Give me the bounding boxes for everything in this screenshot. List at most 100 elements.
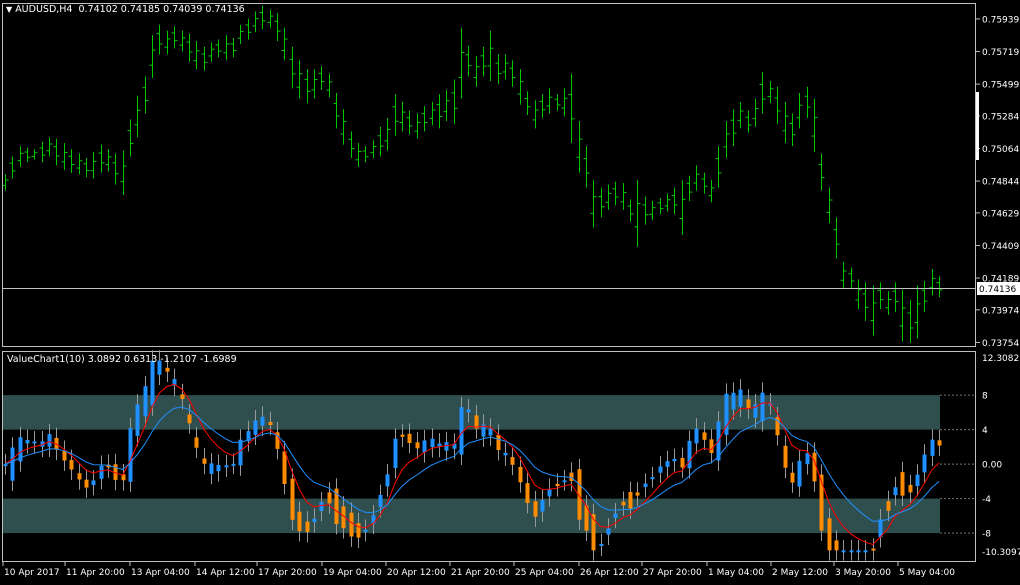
indicator-axis-label: 4	[982, 426, 988, 436]
price-axis: 0.75939 0.75719 0.75499 0.75284 0.75064 0.748…	[976, 15, 1019, 349]
value-candle-body	[128, 428, 133, 482]
value-candle-body	[805, 453, 810, 465]
value-candle-body	[165, 367, 170, 372]
value-candle-body	[533, 501, 538, 517]
value-candle-body	[319, 502, 324, 511]
value-candle-body	[224, 465, 229, 468]
value-candle-body	[356, 523, 361, 538]
value-candle-body	[378, 494, 383, 508]
time-axis-label: 13 Apr 04:00	[131, 568, 190, 578]
indicator-header: ValueChart1(10) 3.0892 0.6313 -1.2107 -1…	[7, 354, 237, 365]
value-candle-body	[32, 441, 37, 444]
value-candle-body	[738, 389, 743, 407]
value-candle-body	[202, 458, 207, 464]
value-candle-body	[555, 483, 560, 487]
value-candle-body	[665, 461, 670, 467]
time-axis-label: 3 May 20:00	[835, 568, 891, 578]
time-axis-label: 2 May 12:00	[772, 568, 828, 578]
price-axis-label: 0.75939	[982, 15, 1019, 25]
trading-terminal-chart-window: 0.75939 0.75719 0.75499 0.75284 0.75064 0.748…	[0, 0, 1020, 581]
indicator-axis-label: -4	[982, 495, 991, 505]
value-candle-body	[327, 492, 332, 504]
symbol-menu-triangle-icon[interactable]: ▼	[6, 5, 12, 14]
value-candle-body	[731, 392, 736, 410]
main-chart-header: ▼ AUDUSD,H4 0.74102 0.74185 0.74039 0.74…	[6, 4, 245, 15]
value-candle-body	[694, 428, 699, 444]
oversold-band	[3, 498, 940, 534]
value-candle-body	[25, 439, 30, 444]
value-candle-body	[91, 480, 96, 486]
symbol-timeframe-label: AUDUSD,H4	[15, 4, 73, 15]
value-candle-body	[518, 466, 523, 483]
value-candle-body	[503, 452, 508, 456]
value-candle-body	[238, 439, 243, 466]
value-candle-body	[613, 513, 618, 518]
value-candle-body	[10, 447, 15, 481]
value-candle-body	[709, 439, 714, 454]
price-axis-label: 0.74844	[982, 178, 1019, 188]
value-candle-body	[393, 438, 398, 469]
price-axis-label: 0.75719	[982, 48, 1019, 58]
price-bars	[2, 5, 943, 344]
price-axis-label: 0.73974	[982, 306, 1019, 316]
time-axis-label: 19 Apr 04:00	[323, 568, 382, 578]
time-axis-label: 27 Apr 20:00	[643, 568, 702, 578]
value-candle-body	[599, 543, 604, 546]
price-axis-label: 0.75499	[982, 81, 1019, 91]
value-candle-body	[444, 442, 449, 451]
value-candle-body	[415, 442, 420, 449]
time-axis-label: 10 Apr 2017	[4, 568, 60, 578]
time-axis-label: 14 Apr 12:00	[196, 568, 255, 578]
indicator-axis-label: -8	[982, 530, 991, 540]
indicator-axis-label: 8	[982, 392, 988, 402]
price-axis-label: 0.74409	[982, 242, 1019, 252]
value-candle-body	[702, 432, 707, 440]
value-candle-body	[305, 521, 310, 533]
value-candle-body	[180, 394, 185, 400]
chart-canvas[interactable]: 0.75939 0.75719 0.75499 0.75284 0.75064 0.748…	[0, 0, 1020, 581]
value-candle-body	[99, 465, 104, 479]
value-candle-body	[297, 511, 302, 532]
value-candle-body	[569, 472, 574, 482]
price-axis-label: 0.75284	[982, 112, 1019, 122]
value-candle-body	[650, 477, 655, 480]
value-candle-body	[290, 478, 295, 520]
time-axis-label: 1 May 04:00	[708, 568, 764, 578]
value-candle-body	[77, 473, 82, 480]
price-scale-handle[interactable]	[976, 92, 979, 160]
value-candle-body	[150, 360, 155, 406]
value-candle-body	[209, 463, 214, 474]
time-axis-label: 21 Apr 20:00	[451, 568, 510, 578]
value-candle-body	[783, 445, 788, 468]
value-candle-body	[628, 491, 633, 509]
value-candle-body	[606, 528, 611, 535]
indicator-axis: 12.3082 8 4 0.00 -4 -8 -10.3097	[982, 354, 1020, 558]
price-axis-label: 0.74629	[982, 209, 1019, 219]
price-axis-label: 0.75064	[982, 145, 1019, 155]
indicator-axis-min: -10.3097	[982, 548, 1020, 558]
value-candle-body	[253, 420, 258, 435]
main-panel-border	[2, 3, 976, 347]
value-candle-body	[849, 550, 854, 553]
ohlc-values: 0.74102 0.74185 0.74039 0.74136	[78, 4, 245, 15]
value-candle-body	[658, 466, 663, 473]
indicator-axis-max: 12.3082	[982, 354, 1019, 364]
value-candle-body	[282, 451, 287, 484]
indicator-label: ValueChart1(10) 3.0892 0.6313 -1.2107 -1…	[7, 354, 237, 365]
value-candle-body	[407, 433, 412, 444]
current-price-label: 0.74136	[979, 285, 1016, 295]
value-candle-body	[430, 438, 435, 448]
time-axis-label: 11 Apr 20:00	[66, 568, 125, 578]
value-candle-body	[488, 428, 493, 436]
time-axis: 10 Apr 2017 11 Apr 20:00 13 Apr 04:00 14 Ap…	[2, 562, 955, 578]
value-candle-body	[187, 414, 192, 424]
value-candle-body	[135, 404, 140, 436]
value-candle-body	[886, 501, 891, 511]
value-candle-body	[363, 529, 368, 532]
value-candle-body	[268, 421, 273, 426]
time-axis-label: 26 Apr 12:00	[580, 568, 639, 578]
value-candle-body	[900, 472, 905, 496]
value-candle-body	[231, 463, 236, 466]
value-candle-body	[760, 392, 765, 422]
value-candle-body	[841, 550, 846, 553]
